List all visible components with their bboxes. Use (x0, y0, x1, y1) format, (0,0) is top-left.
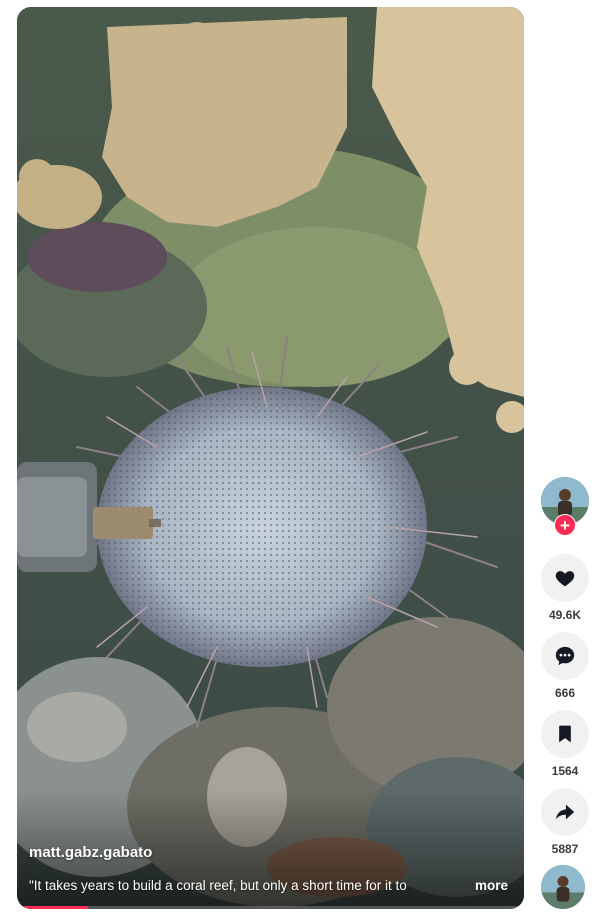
like-count: 49.6K (548, 608, 582, 622)
comment-count: 666 (554, 686, 576, 700)
share-action: 5887 (541, 788, 589, 856)
save-button[interactable] (541, 710, 589, 758)
share-icon (555, 804, 575, 820)
creator-avatar-group: + (541, 477, 589, 537)
share-button[interactable] (541, 788, 589, 836)
save-count: 1564 (551, 764, 579, 778)
save-action: 1564 (541, 710, 589, 778)
video-frame (17, 7, 524, 909)
bookmark-icon (559, 725, 571, 743)
author-username[interactable]: matt.gabz.gabato (29, 844, 152, 861)
sound-avatar-image (541, 865, 585, 909)
progress-fill (17, 906, 88, 909)
video-player[interactable]: matt.gabz.gabato "It takes years to buil… (17, 7, 524, 909)
more-button[interactable]: more (475, 878, 508, 893)
progress-bar[interactable] (17, 906, 524, 909)
heart-icon (555, 571, 575, 587)
video-caption: "It takes years to build a coral reef, b… (29, 878, 407, 893)
share-count: 5887 (551, 842, 579, 856)
comment-button[interactable] (541, 632, 589, 680)
like-button[interactable] (541, 554, 589, 602)
like-action: 49.6K (541, 554, 589, 622)
follow-button[interactable]: + (554, 514, 576, 536)
comment-action: 666 (541, 632, 589, 700)
comment-icon (555, 646, 575, 666)
page: matt.gabz.gabato "It takes years to buil… (0, 0, 603, 916)
music-disc-avatar[interactable] (541, 865, 585, 909)
